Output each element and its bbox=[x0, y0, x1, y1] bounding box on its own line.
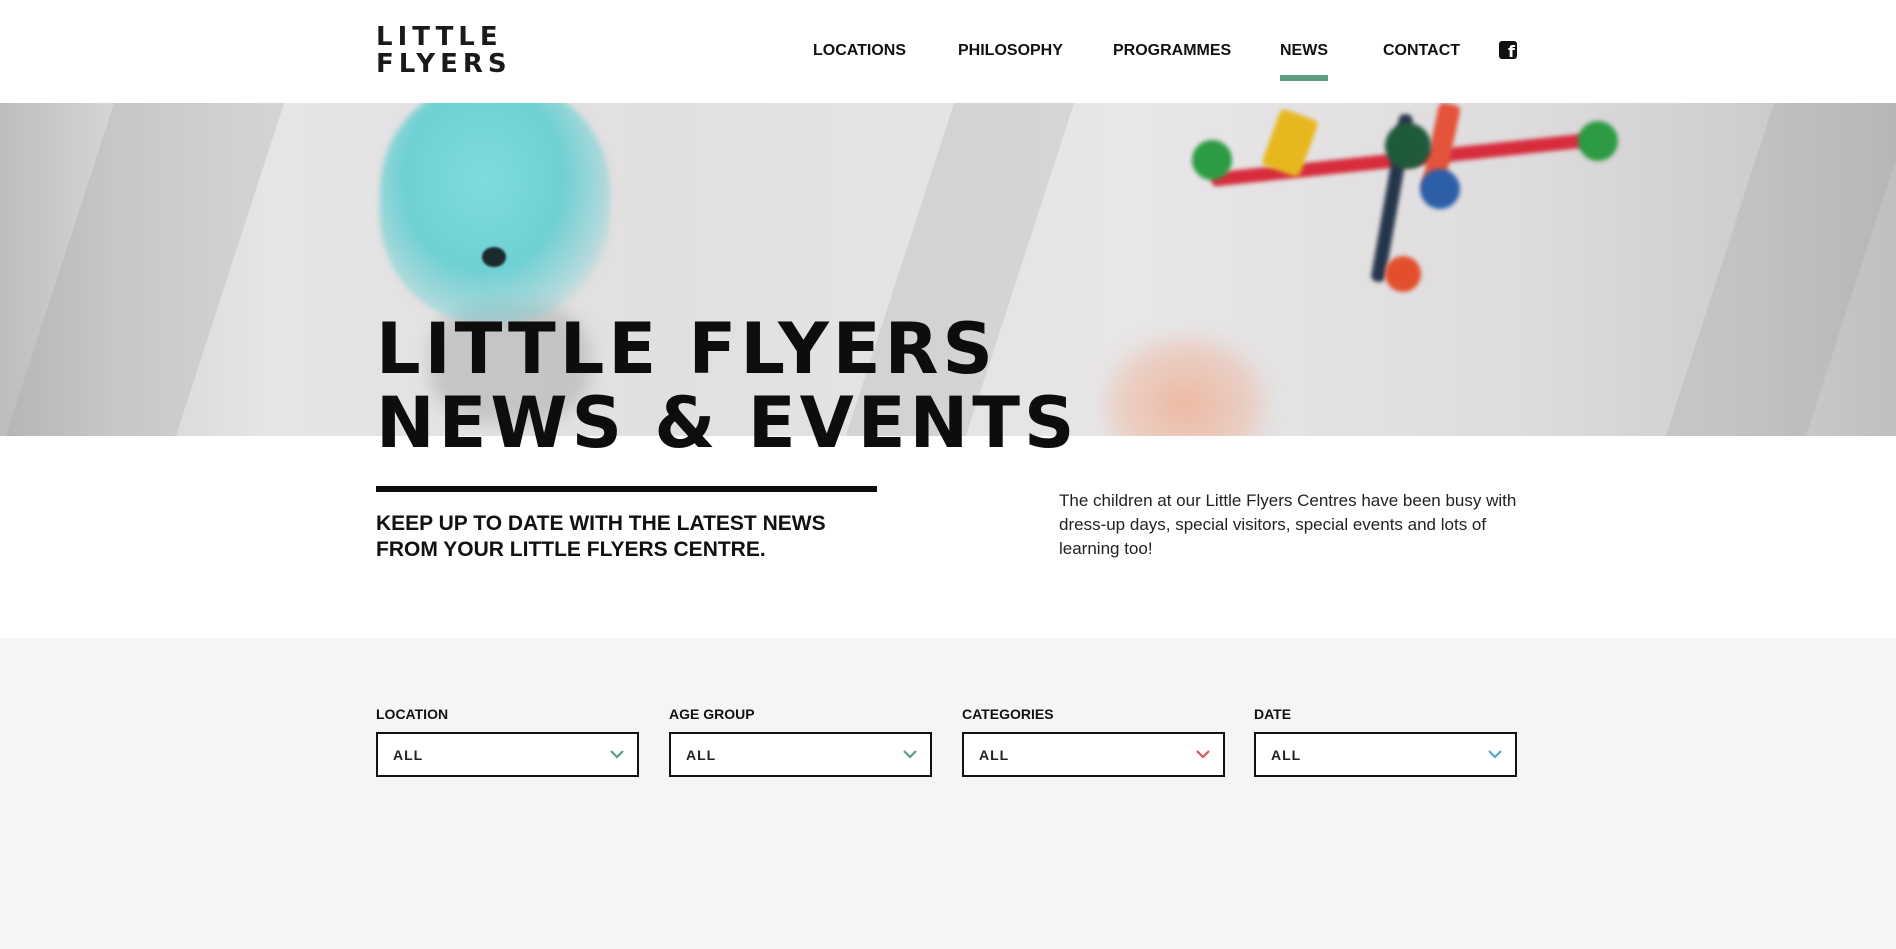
categories-select[interactable]: ALL bbox=[962, 732, 1225, 777]
filter-location: LOCATION ALL bbox=[376, 705, 639, 777]
date-select-value: ALL bbox=[1271, 747, 1302, 763]
page-title: LITTLE FLYERS NEWS & EVENTS bbox=[376, 312, 1078, 460]
chevron-down-icon bbox=[903, 750, 917, 759]
filter-location-label: LOCATION bbox=[376, 706, 449, 722]
toy-ball bbox=[1192, 140, 1232, 180]
date-select[interactable]: ALL bbox=[1254, 732, 1517, 777]
toy-ball bbox=[1420, 169, 1460, 209]
toy-ball bbox=[1385, 256, 1421, 292]
age-group-select[interactable]: ALL bbox=[669, 732, 932, 777]
location-select-value: ALL bbox=[393, 747, 424, 763]
nav-item-philosophy[interactable]: PHILOSOPHY bbox=[958, 42, 1063, 60]
nav-item-news[interactable]: NEWS bbox=[1280, 42, 1328, 81]
filter-date-label: DATE bbox=[1254, 706, 1292, 722]
filter-categories: CATEGORIES ALL bbox=[962, 705, 1225, 777]
location-select[interactable]: ALL bbox=[376, 732, 639, 777]
toy-blue-elephant bbox=[380, 103, 610, 323]
baby-hand bbox=[1100, 333, 1270, 436]
filter-date: DATE ALL bbox=[1254, 705, 1517, 777]
categories-select-value: ALL bbox=[979, 747, 1010, 763]
toy-eye bbox=[482, 247, 506, 267]
logo-line-1: LITTLE bbox=[376, 22, 503, 52]
logo[interactable]: LITTLE FLYERS bbox=[376, 24, 512, 78]
filter-categories-label: CATEGORIES bbox=[962, 706, 1054, 722]
age-group-select-value: ALL bbox=[686, 747, 717, 763]
nav-item-contact[interactable]: CONTACT bbox=[1383, 42, 1460, 60]
nav-item-locations[interactable]: LOCATIONS bbox=[813, 42, 906, 60]
shadow-band bbox=[5, 103, 285, 436]
site-header: LITTLE FLYERS LOCATIONS PHILOSOPHY PROGR… bbox=[0, 0, 1896, 103]
page-subtitle: KEEP UP TO DATE WITH THE LATEST NEWS FRO… bbox=[376, 512, 826, 561]
filters-section bbox=[0, 638, 1896, 949]
chevron-down-icon bbox=[610, 750, 624, 759]
page-title-line-1: LITTLE FLYERS bbox=[376, 308, 997, 390]
toy-ball bbox=[1578, 121, 1618, 161]
nav-item-programmes[interactable]: PROGRAMMES bbox=[1113, 42, 1231, 60]
shadow-band bbox=[1665, 103, 1896, 436]
chevron-down-icon bbox=[1196, 750, 1210, 759]
chevron-down-icon bbox=[1488, 750, 1502, 759]
title-divider bbox=[376, 486, 877, 492]
filter-age-group-label: AGE GROUP bbox=[669, 706, 755, 722]
toy-ball bbox=[1385, 123, 1431, 169]
page-title-line-2: NEWS & EVENTS bbox=[376, 382, 1079, 464]
intro-text: The children at our Little Flyers Centre… bbox=[1059, 491, 1517, 558]
logo-line-2: FLYERS bbox=[376, 49, 512, 79]
facebook-icon[interactable] bbox=[1499, 41, 1517, 61]
filter-age-group: AGE GROUP ALL bbox=[669, 705, 932, 777]
